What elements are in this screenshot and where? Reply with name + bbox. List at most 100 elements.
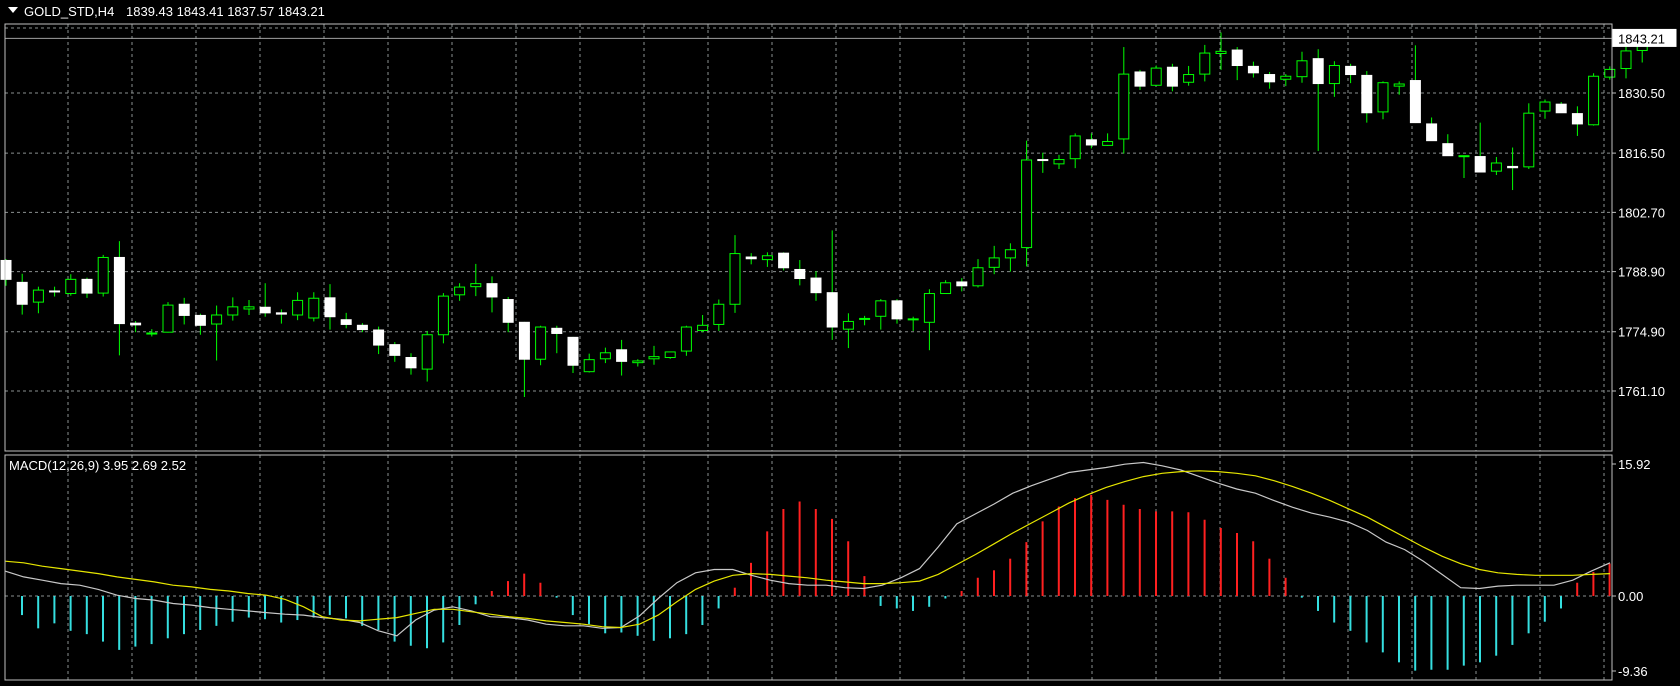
current-price-label: 1843.21 (1618, 31, 1665, 46)
candle-body-up (875, 300, 887, 317)
candle (1523, 103, 1535, 170)
candle-body-up (211, 314, 223, 325)
candle-body-down (518, 321, 530, 360)
candle-body-up (599, 352, 611, 360)
candle (1150, 65, 1162, 86)
candle-body-up (1150, 67, 1162, 86)
candle-body-up (1183, 74, 1195, 83)
candle-body-up (859, 317, 871, 320)
candle-body-up (454, 286, 466, 296)
candle-body-up (1215, 50, 1227, 54)
price-axis-label: 1774.90 (1618, 325, 1665, 340)
candle (778, 252, 790, 271)
candle-body-up (1328, 65, 1340, 85)
candle-body-down (956, 281, 968, 287)
candle-body-down (324, 297, 336, 318)
candle-body-down (778, 252, 790, 269)
candle-body-down (826, 292, 838, 328)
candle-body-up (1523, 112, 1535, 168)
candle-body-up (761, 255, 773, 261)
candle-body-up (648, 356, 660, 360)
candle-body-down (1345, 65, 1357, 76)
candle-body-up (292, 299, 304, 316)
candle-body-up (907, 318, 919, 321)
candle-body-up (697, 324, 709, 331)
candle-body-down (891, 300, 903, 320)
candle-body-up (842, 320, 854, 330)
candle-body-down (567, 336, 579, 366)
candle-body-down (794, 268, 806, 279)
candle-body-up (940, 282, 952, 295)
candle-body-up (243, 306, 255, 310)
candle-body-down (1264, 74, 1276, 83)
candle (162, 302, 174, 333)
price-axis-label: 1802.70 (1618, 205, 1665, 220)
candle-body-down (1361, 74, 1373, 114)
candle (664, 351, 676, 359)
macd-label: MACD(12,26,9) 3.95 2.69 2.52 (9, 458, 186, 473)
price-axis-label: 1830.50 (1618, 86, 1665, 101)
candle-body-up (1069, 135, 1081, 160)
candle-body-down (373, 329, 385, 346)
candle-body-up (535, 326, 547, 360)
candle-body-down (1571, 113, 1583, 125)
candle-body-up (1377, 82, 1389, 113)
candle-body-down (551, 327, 563, 334)
candle-body-down (1507, 165, 1519, 169)
candle-body-up (1490, 162, 1502, 172)
price-axis-label: 1816.50 (1618, 146, 1665, 161)
candle-body-up (1604, 68, 1616, 78)
candle-body-up (32, 289, 44, 303)
ohlc-readout: 1839.43 1843.41 1837.57 1843.21 (126, 4, 325, 19)
candle-body-up (437, 295, 449, 336)
candle-body-down (259, 306, 271, 314)
candle-body-up (1053, 159, 1065, 165)
candle-body-up (146, 332, 158, 335)
candle-body-down (0, 259, 12, 280)
candle-body-down (356, 324, 368, 331)
candle (97, 254, 109, 297)
price-axis-label: 1761.10 (1618, 384, 1665, 399)
candle-body-up (162, 304, 174, 333)
candle-body-down (81, 278, 93, 294)
candle-body-up (1539, 101, 1551, 112)
candle-body-up (583, 359, 595, 373)
candle-body-up (97, 256, 109, 294)
candle-body-up (1199, 52, 1211, 75)
candle-body-down (275, 312, 287, 315)
candle-body-up (632, 360, 644, 364)
candle-body-down (340, 319, 352, 325)
candle-body-down (1247, 65, 1259, 74)
candle-body-down (745, 256, 757, 260)
candle-body-up (972, 267, 984, 287)
candle-body-up (470, 283, 482, 288)
candle-body-up (1588, 75, 1600, 126)
macd-axis-label: -9.36 (1618, 664, 1648, 679)
candle-body-down (1166, 66, 1178, 87)
price-axis-label: 1788.90 (1618, 265, 1665, 280)
candle (1588, 73, 1600, 126)
candle-body-up (227, 306, 239, 316)
candle-body-up (308, 297, 320, 319)
candle-body-up (1021, 159, 1033, 249)
candle-body-down (16, 281, 28, 305)
candle-body-down (49, 290, 61, 293)
macd-axis-label: 0.00 (1618, 589, 1643, 604)
macd-axis-label: 15.92 (1618, 457, 1651, 472)
candle-body-up (65, 278, 77, 295)
candle-body-up (1393, 83, 1405, 87)
candle-body-up (664, 351, 676, 359)
candle-body-down (389, 344, 401, 356)
candle-body-down (194, 314, 206, 326)
candle (1021, 140, 1033, 267)
candle-body-up (1620, 50, 1632, 70)
candle-body-down (113, 256, 125, 325)
candle-body-up (923, 293, 935, 323)
candle-body-down (810, 277, 822, 294)
candle-body-up (1458, 155, 1470, 158)
candle-body-up (988, 257, 1000, 268)
candle-body-down (130, 322, 142, 326)
candle-body-down (1555, 103, 1567, 114)
chart-window: 1830.50 1816.50 1802.70 1788.90 1774.90 1761.… (0, 0, 1680, 686)
candle-body-down (502, 299, 514, 323)
